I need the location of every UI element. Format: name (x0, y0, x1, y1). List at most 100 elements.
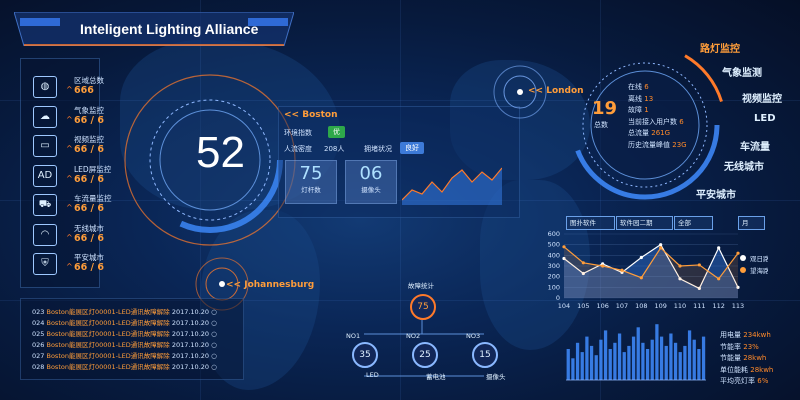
category-item[interactable]: ◍ 区域总数 ^ 666 (33, 76, 113, 98)
log-row[interactable]: 027 Boston能展区灯00001-LED通讯故障解除 2017.10.20… (32, 350, 242, 360)
bar[interactable] (608, 349, 612, 380)
bar[interactable] (627, 345, 631, 380)
bar[interactable] (692, 339, 696, 380)
env-badge: 优 (328, 126, 345, 138)
category-value: 66 / 6 (74, 262, 104, 273)
data-point[interactable] (581, 261, 585, 265)
stat-box-cameras: 06 摄像头 (345, 160, 397, 204)
fault-node[interactable]: 15 (472, 342, 498, 368)
category-value: 66 / 6 (74, 115, 104, 126)
log-row[interactable]: 028 Boston能展区灯00001-LED通讯故障解除 2017.10.20… (32, 361, 242, 371)
bar[interactable] (589, 345, 594, 380)
bar[interactable] (622, 352, 626, 380)
y-tick-label: 0 (556, 294, 560, 302)
trend-up-icon: ^ (66, 173, 73, 183)
category-item[interactable]: AD LED屏监控 ^ 66 / 6 (33, 164, 113, 187)
bar[interactable] (701, 336, 706, 380)
log-row[interactable]: 024 Boston能展区灯00001-LED通讯故障解除 2017.10.20… (32, 317, 242, 327)
menu-item[interactable]: 无线城市 (724, 158, 764, 173)
bar[interactable] (683, 345, 687, 380)
menu-item[interactable]: 路灯监控 (700, 40, 740, 55)
bar[interactable] (669, 333, 673, 381)
menu-item[interactable]: 平安城市 (696, 186, 736, 201)
x-tick-label: 104 (558, 302, 570, 310)
stat-lamps-label: 灯杆数 (301, 186, 321, 194)
log-id: 026 (32, 341, 45, 349)
bar[interactable] (580, 352, 584, 380)
bar[interactable] (636, 327, 640, 380)
bar[interactable] (599, 339, 603, 380)
bar[interactable] (575, 342, 580, 380)
category-separator: / (87, 144, 98, 155)
city-name-johannesburg[interactable]: << Johannesburg (226, 280, 314, 290)
fault-node[interactable]: 35 (352, 342, 378, 368)
bar[interactable] (697, 349, 701, 380)
category-item[interactable]: ⛨ 平安城市 ^ 66 / 6 (33, 253, 113, 275)
menu-item[interactable]: 视频监控 (742, 90, 782, 105)
bar[interactable] (678, 352, 682, 380)
ring-stat-row: 离线 13 (628, 94, 653, 104)
log-message: Boston能展区灯00001-LED通讯故障解除 (46, 341, 170, 349)
data-point[interactable] (620, 268, 624, 272)
log-row[interactable]: 023 Boston能展区灯00001-LED通讯故障解除 2017.10.20… (32, 306, 242, 316)
fault-node-name: NO3 (466, 332, 481, 340)
city-name-boston[interactable]: << Boston (284, 110, 338, 120)
bar[interactable] (603, 330, 608, 380)
category-item[interactable]: ⛟ 车流量监控 ^ 66 / 6 (33, 194, 113, 216)
bar[interactable] (664, 345, 668, 380)
ring-stat-key: 历史流量峰值 (628, 140, 670, 149)
bar[interactable] (617, 333, 622, 381)
fault-total[interactable]: 75 (410, 294, 436, 320)
bar[interactable] (655, 324, 659, 380)
data-point[interactable] (697, 263, 701, 267)
bar[interactable] (659, 336, 664, 380)
data-point[interactable] (659, 246, 663, 250)
data-point[interactable] (601, 264, 605, 268)
category-item[interactable]: ☁ 气象监控 ^ 66 / 6 (33, 105, 113, 128)
log-row[interactable]: 025 Boston能展区灯00001-LED通讯故障解除 2017.10.20… (32, 328, 242, 338)
bar[interactable] (585, 336, 589, 380)
data-point[interactable] (562, 245, 566, 249)
x-tick-label: 105 (577, 302, 589, 310)
dashboard: Inteligent Lighting Alliance 52 << Bosto… (0, 0, 800, 400)
ring-stat-row: 故障 1 (628, 105, 649, 115)
bar[interactable] (687, 330, 692, 380)
category-item[interactable]: ◠ 无线城市 ^ 66 / 6 (33, 223, 113, 246)
bar[interactable] (566, 349, 570, 380)
bar[interactable] (645, 349, 650, 380)
data-point[interactable] (678, 264, 682, 268)
data-point[interactable] (659, 243, 663, 247)
log-id: 027 (32, 352, 45, 360)
category-value: 66 / 6 (74, 203, 104, 214)
ring-number-label: 总数 (594, 121, 608, 129)
page-title: Inteligent Lighting Alliance (80, 21, 259, 37)
category-item[interactable]: ▭ 视频监控 ^ 66 / 6 (33, 135, 113, 157)
bar[interactable] (594, 355, 598, 380)
energy-key: 平均亮灯率 (720, 377, 755, 385)
ring-stat-row: 当前接入用户数 6 (628, 117, 684, 127)
log-date: 2017.10.20 (171, 319, 210, 327)
fault-node[interactable]: 25 (412, 342, 438, 368)
menu-item[interactable]: 气象监测 (722, 64, 762, 79)
menu-item[interactable]: 车流量 (740, 138, 770, 153)
data-point[interactable] (639, 255, 643, 260)
data-point[interactable] (717, 277, 721, 281)
energy-row: 平均亮灯率 6% (720, 376, 768, 386)
bar[interactable] (641, 342, 645, 380)
bar[interactable] (631, 336, 636, 380)
data-point[interactable] (717, 246, 721, 250)
menu-item[interactable]: LED (754, 113, 776, 124)
category-value: 666 (74, 85, 94, 96)
data-point[interactable] (639, 276, 643, 280)
bar[interactable] (673, 342, 678, 380)
legend-marker (740, 267, 746, 273)
log-row[interactable]: 026 Boston能展区灯00001-LED通讯故障解除 2017.10.20… (32, 339, 242, 349)
x-tick-label: 113 (732, 302, 744, 310)
data-point[interactable] (736, 251, 740, 255)
trend-up-icon: ^ (66, 85, 73, 94)
bar[interactable] (571, 358, 575, 380)
bar[interactable] (650, 339, 654, 380)
legend-marker (740, 255, 746, 261)
bar[interactable] (613, 342, 617, 380)
category-value: 66 / 6 (74, 233, 104, 244)
